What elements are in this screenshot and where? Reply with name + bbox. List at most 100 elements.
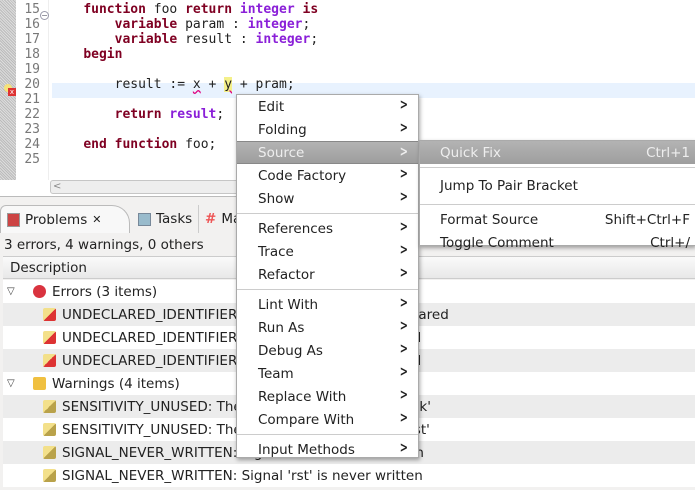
chevron-right-icon: >	[400, 242, 409, 258]
scroll-left-icon[interactable]: <	[53, 181, 61, 192]
context-menu: Edit > Folding > Source > Code Factory > Show > Re…	[236, 94, 419, 458]
submenu-item-format-source[interactable]: Format Source Shift+Ctrl+F	[420, 208, 695, 231]
warning-quickfix-icon	[43, 469, 56, 482]
menu-item-edit[interactable]: Edit >	[237, 95, 418, 118]
menu-item-label: Folding	[258, 121, 307, 138]
tab-label: Problems	[25, 211, 88, 228]
hash-icon: #	[205, 211, 217, 227]
tasks-icon	[138, 212, 151, 226]
menu-item-label: References	[258, 220, 334, 237]
menu-separator	[237, 213, 418, 214]
menu-separator	[237, 434, 418, 435]
menu-item-team[interactable]: Team >	[237, 362, 418, 385]
code-line[interactable]: return result;	[52, 107, 225, 122]
warning-icon	[33, 377, 46, 390]
menu-item-lint-with[interactable]: Lint With >	[237, 293, 418, 316]
menu-item-label: Run As	[258, 319, 305, 336]
warning-quickfix-icon	[43, 423, 56, 436]
chevron-right-icon: >	[400, 364, 409, 380]
chevron-right-icon: >	[400, 341, 409, 357]
line-number: 15	[24, 2, 40, 17]
menu-item-label: Lint With	[258, 296, 319, 313]
menu-item-references[interactable]: References >	[237, 217, 418, 240]
menu-item-label: Quick Fix	[440, 144, 501, 161]
menu-item-trace[interactable]: Trace >	[237, 240, 418, 263]
code-line[interactable]: begin	[52, 47, 122, 62]
tab-problems[interactable]: Problems ✕	[0, 205, 130, 233]
warning-quickfix-icon	[43, 446, 56, 459]
menu-separator	[420, 167, 695, 168]
line-number: 18	[24, 47, 40, 62]
chevron-right-icon: >	[400, 410, 409, 426]
code-line[interactable]: result := x + y + pram;	[52, 77, 295, 92]
menu-item-input-methods[interactable]: Input Methods >	[237, 438, 418, 461]
line-number: 19	[24, 62, 40, 77]
submenu-item-quick-fix[interactable]: Quick Fix Ctrl+1	[420, 141, 695, 164]
code-line[interactable]: variable result : integer;	[52, 32, 319, 47]
problem-row[interactable]: SIGNAL_NEVER_WRITTEN: Signal 'rst' is ne…	[3, 464, 695, 487]
chevron-right-icon: >	[400, 144, 409, 160]
quickfix-error-marker-icon[interactable]: x	[4, 84, 16, 96]
chevron-right-icon: >	[400, 387, 409, 403]
chevron-right-icon: >	[400, 189, 409, 205]
menu-item-label: Refactor	[258, 266, 315, 283]
menu-item-label: Compare With	[258, 411, 355, 428]
line-number: 23	[24, 122, 40, 137]
menu-item-label: Debug As	[258, 342, 323, 359]
menu-item-run-as[interactable]: Run As >	[237, 316, 418, 339]
menu-separator	[420, 204, 695, 205]
menu-item-label: Code Factory	[258, 167, 347, 184]
fold-collapse-icon[interactable]: −	[40, 11, 49, 20]
menu-item-label: Show	[258, 190, 295, 207]
menu-item-label: Edit	[258, 98, 285, 115]
menu-item-source[interactable]: Source >	[237, 141, 418, 164]
line-number: 21	[24, 92, 40, 107]
tab-tasks[interactable]: Tasks	[132, 205, 198, 233]
error-quickfix-icon	[43, 308, 56, 321]
menu-item-label: Replace With	[258, 388, 347, 405]
menu-item-label: Trace	[258, 243, 294, 260]
submenu-item-toggle-comment[interactable]: Toggle Comment Ctrl+/	[420, 231, 695, 254]
menu-separator	[237, 289, 418, 290]
chevron-right-icon: >	[400, 295, 409, 311]
menu-item-label: Source	[258, 144, 305, 161]
tab-label: Tasks	[156, 211, 193, 227]
menu-item-label: Format Source	[440, 211, 539, 228]
expand-triangle-icon[interactable]: ▽	[7, 286, 23, 297]
chevron-right-icon: >	[400, 219, 409, 235]
line-number: 16	[24, 17, 40, 32]
menu-item-refactor[interactable]: Refactor >	[237, 263, 418, 286]
shortcut: Ctrl+/	[650, 234, 690, 251]
code-line[interactable]: end function foo;	[52, 137, 216, 152]
error-quickfix-icon	[43, 354, 56, 367]
chevron-right-icon: >	[400, 265, 409, 281]
menu-item-show[interactable]: Show >	[237, 187, 418, 210]
chevron-right-icon: >	[400, 318, 409, 334]
menu-item-replace-with[interactable]: Replace With >	[237, 385, 418, 408]
close-icon[interactable]: ✕	[92, 213, 101, 226]
problems-summary: 3 errors, 4 warnings, 0 others	[4, 237, 204, 253]
row-text: SIGNAL_NEVER_WRITTEN: Signal 'rst' is ne…	[62, 467, 423, 484]
shortcut: Shift+Ctrl+F	[604, 211, 690, 228]
code-line[interactable]: variable param : integer;	[52, 17, 311, 32]
submenu-item-jump-to-pair-bracket[interactable]: Jump To Pair Bracket	[420, 171, 695, 201]
menu-item-label: Input Methods	[258, 441, 355, 458]
line-number: 25	[24, 152, 40, 167]
expand-triangle-icon[interactable]: ▽	[7, 378, 23, 389]
chevron-right-icon: >	[400, 166, 409, 182]
error-quickfix-icon	[43, 331, 56, 344]
menu-item-debug-as[interactable]: Debug As >	[237, 339, 418, 362]
menu-item-code-factory[interactable]: Code Factory >	[237, 164, 418, 187]
line-number: 17	[24, 32, 40, 47]
line-number: 20	[24, 77, 40, 92]
error-icon	[33, 285, 46, 298]
warning-quickfix-icon	[43, 400, 56, 413]
row-text: Warnings (4 items)	[52, 375, 180, 392]
code-line[interactable]: function foo return integer is	[52, 2, 318, 17]
menu-item-label: Team	[258, 365, 294, 382]
menu-item-label: Toggle Comment	[440, 234, 554, 251]
menu-item-folding[interactable]: Folding >	[237, 118, 418, 141]
menu-item-compare-with[interactable]: Compare With >	[237, 408, 418, 431]
chevron-right-icon: >	[400, 120, 409, 136]
line-number: 22	[24, 107, 40, 122]
